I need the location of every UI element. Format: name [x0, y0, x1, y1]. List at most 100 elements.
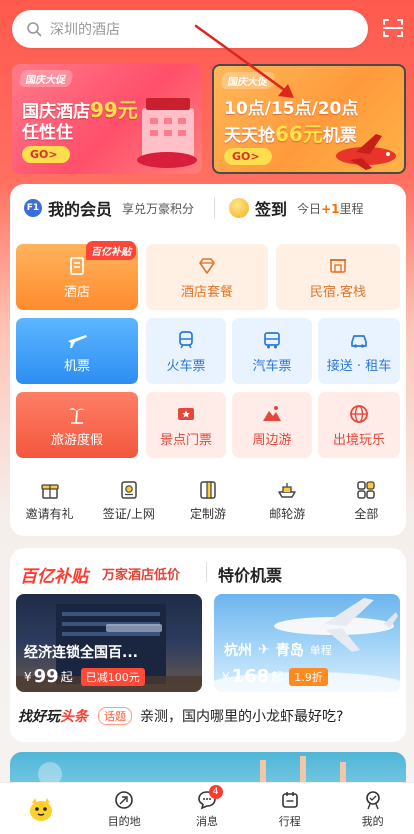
service-hotel[interactable]: 百亿补贴 酒店: [16, 241, 138, 310]
divider: [214, 197, 216, 219]
homestay-icon: [330, 258, 346, 273]
quick-link-cruise[interactable]: 邮轮游: [248, 472, 327, 528]
fliggy-home-icon: [30, 797, 53, 821]
subsidy-badge: 百亿补贴: [86, 241, 136, 260]
flight-deal-card[interactable]: 杭州 ✈ 青岛 单程 ¥168 起 1.9折: [214, 594, 400, 692]
quick-links-row: 邀请有礼 签证/上网 定制游 邮轮游 全部: [10, 472, 406, 528]
cruise-icon: [278, 482, 296, 498]
tab-label: 目的地: [107, 814, 141, 828]
quick-link-label: 邮轮游: [269, 506, 306, 521]
membership-row: F1 我的会员 享兑万豪积分 签到 今日+1里程: [10, 184, 406, 232]
service-vacation[interactable]: 旅游度假: [16, 392, 138, 458]
promo-banner-flight[interactable]: 国庆大促 10点/15点/20点 天天抢66元机票 GO>: [212, 64, 406, 174]
tab-home[interactable]: [0, 783, 83, 834]
search-icon: [27, 22, 42, 37]
hotel-building-illustration: [137, 98, 197, 168]
promo-banner-hotel[interactable]: 国庆大促 国庆酒店99元 任性住 GO>: [12, 64, 202, 174]
search-placeholder: 深圳的酒店: [50, 22, 120, 38]
service-label: 火车票: [166, 358, 206, 374]
deals-card: 百亿补贴 万家酒店低价 特价机票 经济连锁全国百... ¥99 起 已减100元 …: [10, 548, 406, 742]
custom-tour-icon: [200, 480, 216, 499]
headline-row[interactable]: 找好玩头条 话题 亲测，国内哪里的小龙虾最好吃?: [18, 706, 343, 726]
service-label: 周边游: [252, 432, 292, 448]
subsidy-logo[interactable]: 百亿补贴: [20, 562, 88, 587]
coin-icon: [229, 198, 250, 218]
banner-line1: 10点/15点/20点: [224, 99, 359, 119]
service-transfer[interactable]: 接送 · 租车: [318, 318, 400, 384]
flight-deal-price: ¥168 起 1.9折: [222, 666, 328, 687]
signin-button[interactable]: 签到: [255, 196, 287, 220]
discount-tag: 1.9折: [289, 667, 328, 686]
plane-icon: [68, 334, 87, 348]
flight-deals-title[interactable]: 特价机票: [218, 562, 282, 586]
quick-link-visa[interactable]: 签证/上网: [89, 472, 168, 528]
tab-label: 消息: [195, 814, 218, 828]
service-label: 汽车票: [252, 358, 292, 374]
visa-icon: [121, 480, 137, 499]
service-homestay[interactable]: 民宿.客栈: [276, 244, 400, 310]
bus-icon: [264, 331, 280, 348]
mountain-icon: [263, 405, 281, 421]
car-icon: [351, 334, 367, 348]
service-label: 机票: [63, 358, 90, 374]
service-label: 旅游度假: [50, 432, 103, 448]
service-label: 酒店套餐: [180, 284, 233, 300]
globe-icon: [350, 404, 368, 423]
tab-label: 行程: [278, 814, 301, 828]
banner-line2: 任性住: [22, 123, 73, 143]
quick-link-label: 全部: [354, 506, 379, 521]
palm-tree-icon: [69, 407, 85, 424]
service-train[interactable]: 火车票: [146, 318, 226, 384]
services-card: F1 我的会员 享兑万豪积分 签到 今日+1里程 百亿补贴 酒店 酒店套餐 民宿…: [10, 184, 406, 536]
hotel-icon: [70, 256, 84, 275]
hotel-deal-price: ¥99 起 已减100元: [24, 666, 145, 687]
quick-link-label: 签证/上网: [102, 506, 155, 521]
service-flight[interactable]: 机票: [16, 318, 138, 384]
banner-go-button[interactable]: GO>: [22, 146, 70, 163]
service-label: 景点门票: [159, 432, 212, 448]
profile-icon: [365, 790, 380, 809]
ticket-star-icon: [178, 407, 194, 420]
divider: [206, 562, 207, 582]
service-label: 民宿.客栈: [309, 284, 367, 300]
topic-tag: 话题: [98, 707, 132, 725]
subsidy-subtitle: 万家酒店低价: [102, 568, 181, 583]
diamond-icon: [199, 257, 215, 274]
scan-button[interactable]: [378, 12, 408, 44]
hotel-deal-title: 经济连锁全国百...: [24, 645, 138, 661]
membership-title[interactable]: 我的会员: [48, 196, 112, 220]
tab-label: 我的: [361, 814, 384, 828]
quick-link-label: 邀请有礼: [25, 506, 74, 521]
service-tickets[interactable]: 景点门票: [146, 392, 226, 458]
unread-badge: 4: [208, 785, 223, 799]
quick-link-label: 定制游: [190, 506, 227, 521]
banner-tag: 国庆大促: [220, 72, 276, 89]
service-label: 接送 · 租车: [326, 358, 392, 374]
membership-subtitle: 享兑万豪积分: [122, 201, 195, 216]
service-outbound[interactable]: 出境玩乐: [318, 392, 400, 458]
destination-icon: [115, 790, 133, 809]
service-nearby[interactable]: 周边游: [232, 392, 312, 458]
quick-link-invite[interactable]: 邀请有礼: [10, 472, 89, 528]
search-bar[interactable]: 深圳的酒店: [12, 10, 368, 48]
tab-itinerary[interactable]: 行程: [248, 783, 331, 834]
quick-link-all[interactable]: 全部: [327, 472, 406, 528]
itinerary-icon: [281, 791, 298, 808]
quick-link-custom-tour[interactable]: 定制游: [168, 472, 247, 528]
tab-messages[interactable]: 4 消息: [166, 783, 249, 834]
banner-go-button[interactable]: GO>: [224, 148, 272, 165]
headline-text: 亲测，国内哪里的小龙虾最好吃?: [140, 709, 344, 725]
banner-tag: 国庆大促: [18, 70, 74, 87]
service-label: 酒店: [63, 284, 90, 300]
hotel-deal-card[interactable]: 经济连锁全国百... ¥99 起 已减100元: [16, 594, 202, 692]
plane-illustration: [336, 134, 396, 170]
flight-route: 杭州 ✈ 青岛 单程: [224, 642, 332, 659]
member-level-badge: F1: [24, 199, 42, 217]
service-bus[interactable]: 汽车票: [232, 318, 312, 384]
service-hotel-package[interactable]: 酒店套餐: [146, 244, 268, 310]
scan-icon: [383, 19, 403, 37]
discount-tag: 已减100元: [80, 667, 145, 686]
tab-profile[interactable]: 我的: [331, 783, 414, 834]
play-headline-logo: 找好玩头条: [18, 709, 88, 725]
tab-destination[interactable]: 目的地: [83, 783, 166, 834]
